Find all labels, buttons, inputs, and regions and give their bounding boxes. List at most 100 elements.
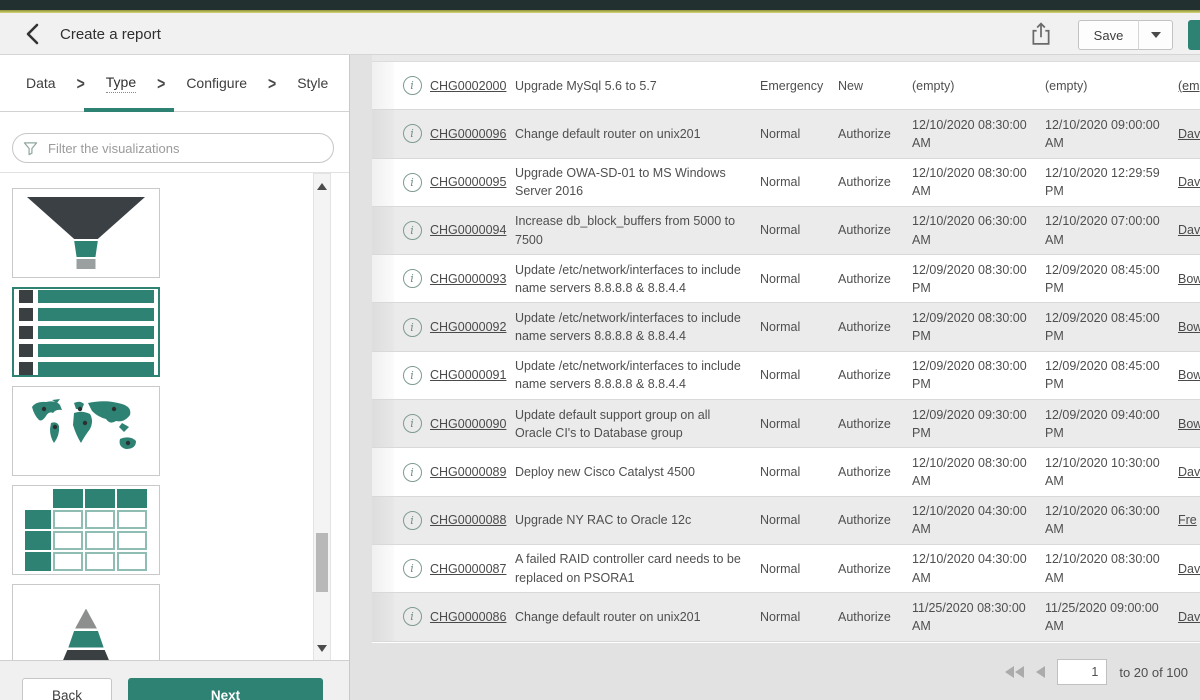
info-icon[interactable]: i bbox=[403, 124, 422, 143]
run-button-partial[interactable] bbox=[1188, 20, 1200, 50]
table-row: iCHG0000093Update /etc/network/interface… bbox=[372, 255, 1200, 303]
row-priority: Normal bbox=[760, 318, 838, 336]
table-scrolled-row-edge bbox=[372, 55, 1200, 62]
row-info-cell: i bbox=[394, 124, 430, 143]
info-icon[interactable]: i bbox=[403, 511, 422, 530]
viz-type-heatmap[interactable] bbox=[12, 485, 160, 575]
back-chevron-icon[interactable] bbox=[20, 22, 46, 48]
table-row: i CHG0000095 Upgrade OWA-SD-01 to MS Windo… bbox=[372, 159, 1200, 207]
row-end-date: 12/09/2020 08:45:00 PM bbox=[1045, 309, 1178, 345]
row-assigned-link[interactable]: Dav bbox=[1178, 610, 1200, 624]
info-icon[interactable]: i bbox=[403, 173, 422, 192]
tab-configure[interactable]: Configure bbox=[186, 75, 247, 91]
row-start-date: 12/10/2020 08:30:00 AM bbox=[912, 116, 1045, 152]
info-icon[interactable]: i bbox=[403, 463, 422, 482]
visualization-scrollbar[interactable] bbox=[313, 173, 331, 660]
row-assigned-link[interactable]: Dav bbox=[1178, 465, 1200, 479]
scrollbar-thumb[interactable] bbox=[316, 533, 328, 592]
viz-type-funnel[interactable] bbox=[12, 188, 160, 278]
scroll-up-icon[interactable] bbox=[314, 178, 330, 194]
info-icon[interactable]: i bbox=[403, 269, 422, 288]
row-description: Upgrade OWA-SD-01 to MS Windows Server 2… bbox=[515, 164, 760, 200]
row-number-link[interactable]: CHG0000086 bbox=[430, 610, 506, 624]
scroll-down-icon[interactable] bbox=[314, 640, 330, 656]
row-start-date: 12/09/2020 08:30:00 PM bbox=[912, 309, 1045, 345]
tab-style[interactable]: Style bbox=[297, 75, 328, 91]
row-assigned-cell: Dav bbox=[1178, 560, 1200, 578]
pagination-prev-icon[interactable] bbox=[1036, 666, 1045, 678]
info-icon[interactable]: i bbox=[403, 221, 422, 240]
row-left-gutter bbox=[372, 400, 394, 447]
table-row: iCHG0000096Change default router on unix… bbox=[372, 110, 1200, 158]
row-number-link[interactable]: CHG0000089 bbox=[430, 465, 506, 479]
save-button[interactable]: Save bbox=[1078, 20, 1139, 50]
row-assigned-link[interactable]: Bow bbox=[1178, 368, 1200, 382]
row-assigned-link[interactable]: Dav bbox=[1178, 175, 1200, 189]
pagination-first-icon[interactable] bbox=[1005, 666, 1024, 678]
row-number-link[interactable]: CHG0000095 bbox=[430, 175, 506, 189]
tab-type[interactable]: Type bbox=[106, 74, 136, 93]
row-number-link[interactable]: CHG0000091 bbox=[430, 368, 506, 382]
row-number-cell: CHG0000095 bbox=[430, 173, 515, 191]
row-number-link[interactable]: CHG0000096 bbox=[430, 127, 506, 141]
row-assigned-link[interactable]: Fre bbox=[1178, 513, 1197, 527]
row-priority: Normal bbox=[760, 125, 838, 143]
row-number-cell: CHG0000088 bbox=[430, 511, 515, 529]
row-assigned-link[interactable]: Dav bbox=[1178, 562, 1200, 576]
save-menu-button[interactable] bbox=[1139, 20, 1173, 50]
tab-data[interactable]: Data bbox=[26, 75, 56, 91]
row-assigned-link[interactable]: Bow bbox=[1178, 272, 1200, 286]
row-description: Increase db_block_buffers from 5000 to 7… bbox=[515, 212, 760, 248]
row-priority: Normal bbox=[760, 270, 838, 288]
row-assigned-link[interactable]: Dav bbox=[1178, 223, 1200, 237]
row-assigned-link[interactable]: (em bbox=[1178, 79, 1200, 93]
row-number-link[interactable]: CHG0002000 bbox=[430, 79, 506, 93]
info-icon[interactable]: i bbox=[403, 607, 422, 626]
row-assigned-cell: Fre bbox=[1178, 511, 1200, 529]
row-assigned-link[interactable]: Bow bbox=[1178, 320, 1200, 334]
table-row: iCHG0000092Update /etc/network/interface… bbox=[372, 303, 1200, 351]
filter-visualizations-input[interactable] bbox=[46, 140, 323, 157]
row-state: Authorize bbox=[838, 221, 912, 239]
row-state: Authorize bbox=[838, 560, 912, 578]
row-left-gutter bbox=[372, 545, 394, 592]
row-start-date: (empty) bbox=[912, 77, 1045, 95]
step-chevron-icon: > bbox=[157, 73, 165, 93]
row-state: Authorize bbox=[838, 608, 912, 626]
row-priority: Normal bbox=[760, 415, 838, 433]
next-button[interactable]: Next bbox=[128, 678, 323, 700]
row-number-link[interactable]: CHG0000092 bbox=[430, 320, 506, 334]
viz-type-list[interactable] bbox=[12, 287, 160, 377]
row-number-link[interactable]: CHG0000088 bbox=[430, 513, 506, 527]
viz-type-world-map[interactable] bbox=[12, 386, 160, 476]
row-description: Deploy new Cisco Catalyst 4500 bbox=[515, 463, 760, 481]
info-icon[interactable]: i bbox=[403, 366, 422, 385]
row-start-date: 12/10/2020 08:30:00 AM bbox=[912, 164, 1045, 200]
info-icon[interactable]: i bbox=[403, 414, 422, 433]
row-state: New bbox=[838, 77, 912, 95]
back-button[interactable]: Back bbox=[22, 678, 112, 700]
funnel-icon bbox=[27, 197, 145, 269]
page-number-input[interactable] bbox=[1057, 659, 1107, 685]
row-end-date: (empty) bbox=[1045, 77, 1178, 95]
row-number-link[interactable]: CHG0000093 bbox=[430, 272, 506, 286]
row-assigned-link[interactable]: Dav bbox=[1178, 127, 1200, 141]
row-number-cell: CHG0000087 bbox=[430, 560, 515, 578]
app-header: Create a report Save bbox=[0, 13, 1200, 55]
row-left-gutter bbox=[372, 303, 394, 350]
row-priority: Normal bbox=[760, 608, 838, 626]
info-icon[interactable]: i bbox=[403, 559, 422, 578]
row-start-date: 12/10/2020 06:30:00 AM bbox=[912, 212, 1045, 248]
row-number-link[interactable]: CHG0000090 bbox=[430, 417, 506, 431]
row-number-link[interactable]: CHG0000087 bbox=[430, 562, 506, 576]
table-row: i CHG0000094 Increase db_block_buffers fro… bbox=[372, 207, 1200, 255]
info-icon[interactable]: i bbox=[403, 318, 422, 337]
info-icon[interactable]: i bbox=[403, 76, 422, 95]
viz-type-pyramid[interactable] bbox=[12, 584, 160, 660]
row-assigned-link[interactable]: Bow bbox=[1178, 417, 1200, 431]
row-number-cell: CHG0000090 bbox=[430, 415, 515, 433]
row-end-date: 12/10/2020 12:29:59 PM bbox=[1045, 164, 1178, 200]
row-number-link[interactable]: CHG0000094 bbox=[430, 223, 506, 237]
row-priority: Normal bbox=[760, 463, 838, 481]
share-icon[interactable] bbox=[1028, 21, 1054, 49]
